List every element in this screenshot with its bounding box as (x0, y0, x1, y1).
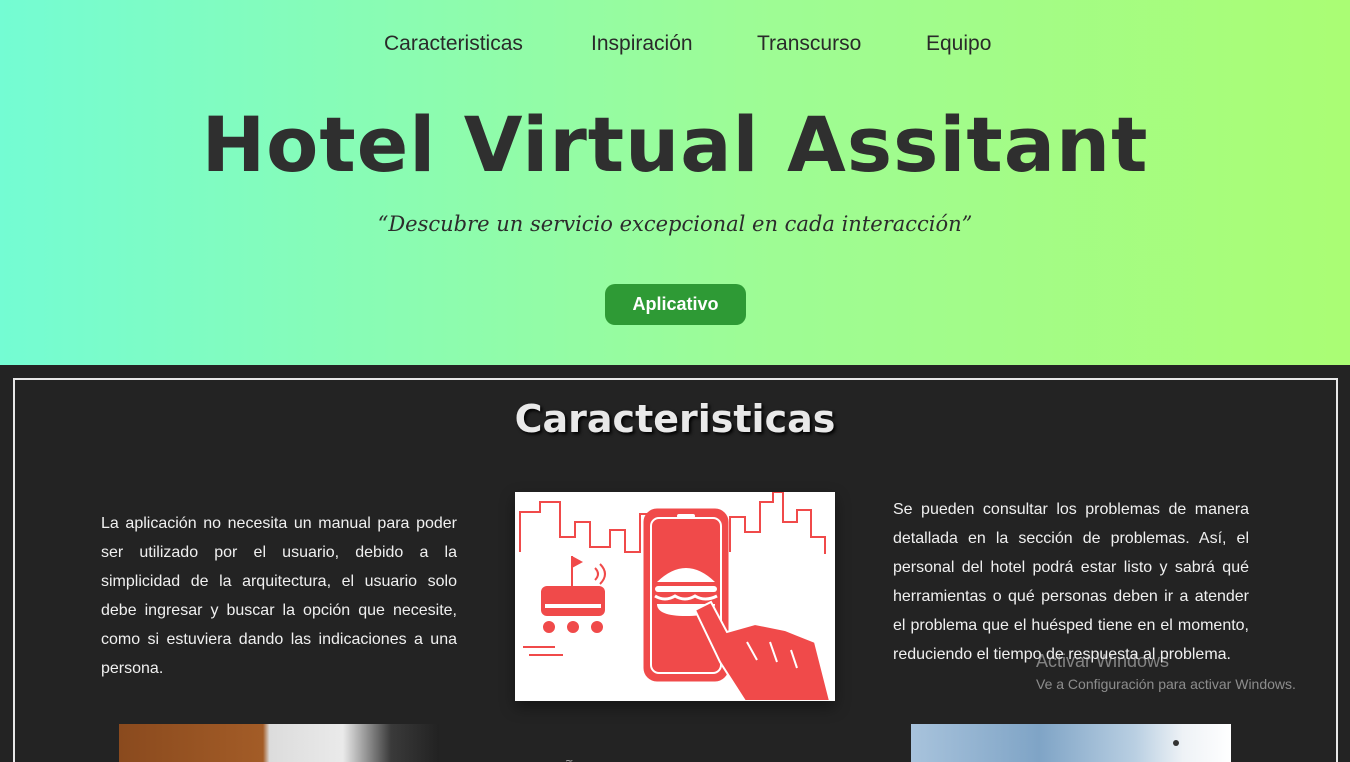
nav-link-inspiracion[interactable]: Inspiración (591, 32, 693, 56)
aplicativo-button[interactable]: Aplicativo (605, 284, 746, 325)
main-nav: Caracteristicas Inspiración Transcurso E… (0, 32, 1350, 60)
nav-link-caracteristicas[interactable]: Caracteristicas (384, 32, 523, 56)
center-decoration: ~ (565, 756, 574, 762)
illustration-svg (519, 491, 832, 702)
features-right-text: Se pueden consultar los problemas de man… (893, 501, 1249, 663)
hero-title: Hotel Virtual Assitant (201, 100, 1149, 189)
nav-link-equipo[interactable]: Equipo (926, 32, 991, 56)
hero-section: Caracteristicas Inspiración Transcurso E… (0, 0, 1350, 365)
hotel-photo-left (119, 724, 439, 762)
features-left-text: La aplicación no necesita un manual para… (101, 515, 457, 677)
windows-activation-subtitle: Ve a Configuración para activar Windows. (1036, 676, 1296, 692)
photo-dot-icon (1173, 740, 1179, 746)
nav-link-transcurso[interactable]: Transcurso (757, 32, 861, 56)
hotel-photo-right (911, 724, 1231, 762)
delivery-app-illustration (515, 491, 835, 702)
hero-quote: “Descubre un servicio excepcional en cad… (377, 212, 973, 236)
features-title: Caracteristicas (514, 397, 836, 441)
windows-activation-title: Activar Windows (1036, 651, 1170, 671)
